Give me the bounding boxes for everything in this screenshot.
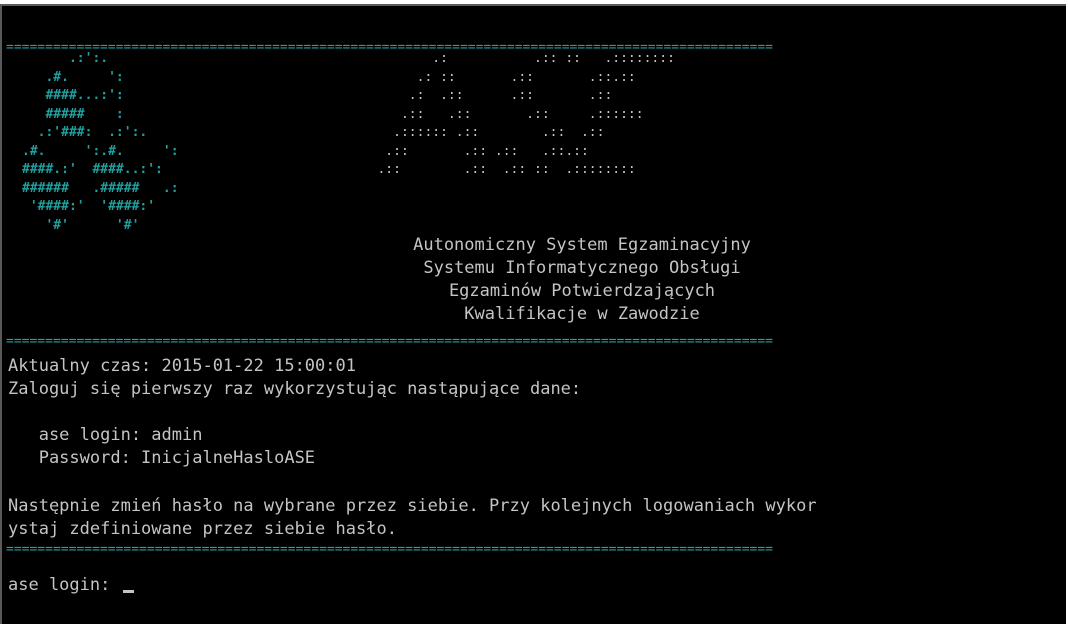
terminal-console[interactable]: ========================================…	[0, 4, 1066, 624]
banner-line-1: Autonomiczny System Egzaminacyjny	[413, 235, 751, 255]
text-cursor[interactable]	[122, 590, 134, 593]
banner-line-3: Egzaminów Potwierdzających	[448, 281, 716, 301]
login-credential-line: ase login: admin	[8, 425, 203, 445]
ase-logo-ascii-art: .:':. .#. ': ####...:': ##### : .:'###: …	[22, 51, 179, 233]
change-password-line-1: Następnie zmień hasło na wybrane przez s…	[8, 496, 817, 516]
password-credential-line: Password: InicjalneHasloASE	[8, 448, 316, 468]
login-prompt-label: ase login:	[8, 575, 121, 595]
separator-middle: ========================================…	[6, 336, 774, 348]
banner-line-4: Kwalifikacje w Zawodzie	[464, 304, 700, 324]
current-time-line: Aktualny czas: 2015-01-22 15:00:01	[8, 356, 356, 376]
login-hint-line: Zaloguj się pierwszy raz wykorzystując n…	[8, 379, 582, 399]
login-prompt[interactable]: ase login:	[8, 574, 134, 596]
separator-bottom: ========================================…	[6, 544, 774, 556]
change-password-line-2: ystaj zdefiniowane przez siebie hasło.	[8, 519, 397, 539]
ase-title-ascii-art: .: .:: :: .:::::::: .: :: .:: .::.:: .: …	[377, 51, 675, 177]
banner-line-2: Systemu Informatycznego Obsługi	[423, 258, 741, 278]
